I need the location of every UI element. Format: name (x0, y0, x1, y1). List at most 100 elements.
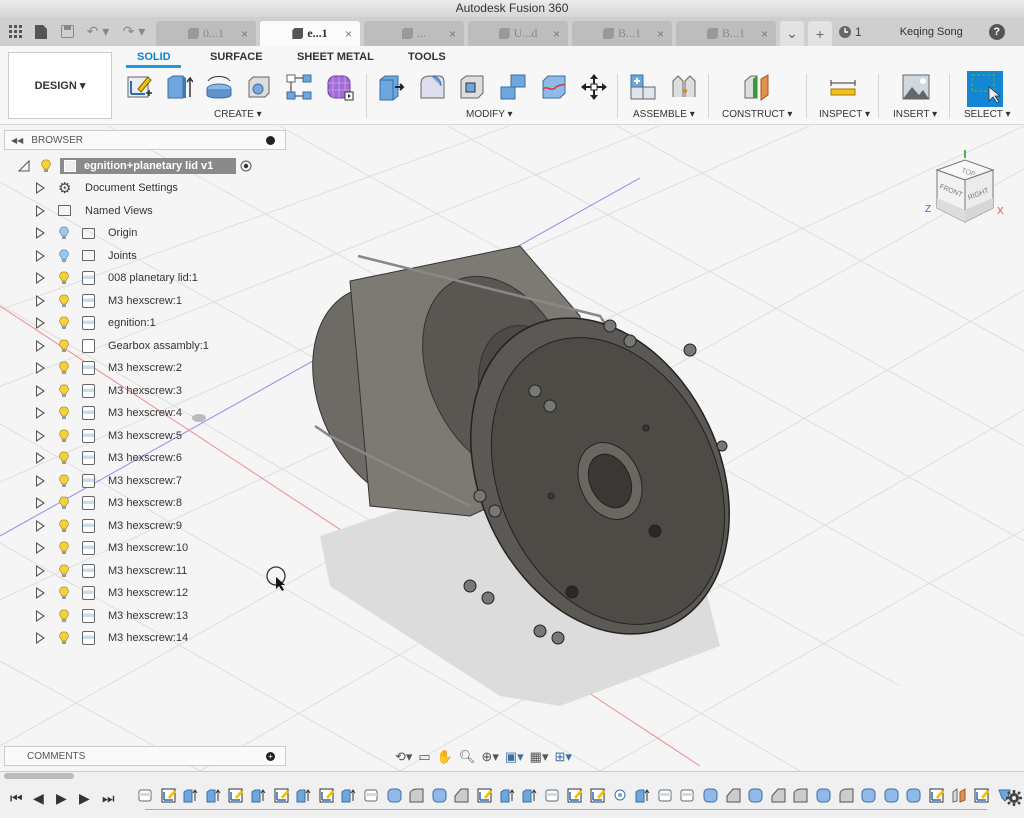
document-tab-active[interactable]: e...1 × (260, 21, 360, 46)
timeline-feature-extrude-icon[interactable] (206, 788, 221, 803)
document-tab[interactable]: U...d × (468, 21, 568, 46)
timeline-feature-cylinder-icon[interactable] (387, 788, 402, 803)
lightbulb-icon[interactable] (40, 159, 52, 173)
viewports-icon[interactable]: ⊞▾ (554, 749, 571, 765)
lightbulb-icon[interactable] (58, 226, 70, 240)
play-icon[interactable]: ▶ (56, 790, 67, 807)
lightbulb-icon[interactable] (58, 429, 70, 443)
timeline-feature-extrude-icon[interactable] (251, 788, 266, 803)
browser-root[interactable]: egnition+planetary lid v1 (0, 155, 290, 177)
activate-radio-icon[interactable] (240, 160, 252, 172)
job-status-button[interactable]: 1 (838, 17, 862, 46)
insert-image-icon[interactable] (902, 73, 930, 101)
document-tab[interactable]: B...1 × (572, 21, 672, 46)
expand-triangle-icon[interactable] (36, 429, 45, 442)
timeline-feature-cylinder-icon[interactable] (884, 788, 899, 803)
lightbulb-icon[interactable] (58, 564, 70, 578)
more-tabs-button[interactable]: ⌄ (780, 21, 804, 46)
joint-icon[interactable] (670, 73, 698, 101)
expand-triangle-icon[interactable] (36, 519, 45, 532)
construct-menu[interactable]: CONSTRUCT ▾ (722, 109, 792, 120)
timeline-feature-sketch-icon[interactable] (590, 788, 605, 803)
timeline-feature-sketch-icon[interactable] (274, 788, 289, 803)
expand-triangle-icon[interactable] (36, 384, 45, 397)
look-at-icon[interactable]: ▭ (418, 749, 430, 765)
timeline-scrollbar[interactable] (4, 773, 74, 779)
browser-minimize-icon[interactable] (266, 135, 275, 145)
step-back-icon[interactable]: ◀ (33, 790, 44, 807)
browser-item[interactable]: M3 hexscrew:8 (0, 492, 290, 514)
timeline-feature-cylinder-icon[interactable] (748, 788, 763, 803)
lightbulb-icon[interactable] (58, 249, 70, 263)
close-tab-icon[interactable]: × (553, 27, 560, 41)
timeline-feature-sketch-icon[interactable] (929, 788, 944, 803)
tab-solid[interactable]: SOLID (137, 51, 171, 63)
lightbulb-icon[interactable] (58, 496, 70, 510)
create-sketch-icon[interactable] (126, 73, 154, 101)
expand-triangle-icon[interactable] (36, 587, 45, 599)
timeline-feature-fillet-icon[interactable] (839, 788, 854, 803)
expand-triangle-icon[interactable] (36, 272, 45, 284)
timeline-feature-chamfer-icon[interactable] (726, 788, 741, 803)
redo-button[interactable]: ↷ ▾ (116, 17, 152, 46)
timeline-feature-body-icon[interactable] (364, 788, 379, 803)
orbit-icon[interactable]: ⟲▾ (395, 749, 412, 765)
browser-item[interactable]: M3 hexscrew:12 (0, 582, 290, 604)
shell-icon[interactable] (458, 73, 486, 101)
browser-item[interactable]: M3 hexscrew:6 (0, 447, 290, 469)
expand-triangle-icon[interactable] (36, 609, 45, 622)
timeline-feature-sketch-icon[interactable] (228, 788, 244, 803)
timeline-feature-extrude-icon[interactable] (635, 788, 650, 803)
tab-tools[interactable]: TOOLS (408, 51, 446, 63)
timeline-settings-gear-icon[interactable] (1006, 790, 1022, 806)
user-account-menu[interactable]: Keqing Song (900, 17, 963, 46)
lightbulb-icon[interactable] (58, 316, 70, 330)
expand-triangle-icon[interactable] (36, 227, 45, 239)
browser-item[interactable]: M3 hexscrew:3 (0, 380, 290, 402)
lightbulb-icon[interactable] (58, 474, 70, 488)
new-component-icon[interactable] (629, 73, 657, 101)
expand-triangle-icon[interactable] (36, 542, 45, 554)
data-panel-button[interactable] (2, 17, 28, 46)
timeline-feature-cylinder-icon[interactable] (432, 788, 447, 803)
browser-item[interactable]: Origin (0, 222, 290, 244)
tab-surface[interactable]: SURFACE (210, 51, 263, 63)
timeline-feature-chamfer-icon[interactable] (771, 788, 786, 803)
collapse-browser-icon[interactable]: ◀◀ (11, 136, 23, 145)
browser-item[interactable]: M3 hexscrew:2 (0, 357, 290, 379)
workspace-switcher[interactable]: DESIGN ▾ (8, 52, 112, 119)
file-menu-button[interactable] (28, 17, 54, 46)
browser-item[interactable]: M3 hexscrew:13 (0, 605, 290, 627)
pan-hand-icon[interactable]: ✋ (437, 749, 453, 765)
lightbulb-icon[interactable] (58, 361, 70, 375)
lightbulb-icon[interactable] (58, 271, 70, 285)
browser-item[interactable]: M3 hexscrew:9 (0, 515, 290, 537)
add-comment-icon[interactable]: + (266, 751, 275, 761)
document-tab[interactable]: B...1 × (676, 21, 776, 46)
undo-button[interactable]: ↶ ▾ (80, 17, 116, 46)
browser-item[interactable]: 008 planetary lid:1 (0, 267, 290, 289)
help-button[interactable]: ? (988, 24, 1005, 40)
assemble-menu[interactable]: ASSEMBLE ▾ (633, 109, 695, 120)
modify-menu[interactable]: MODIFY ▾ (466, 109, 513, 120)
fit-icon[interactable]: ⊕▾ (481, 749, 498, 765)
close-tab-icon[interactable]: × (449, 27, 456, 41)
lightbulb-icon[interactable] (58, 339, 70, 353)
browser-item[interactable]: M3 hexscrew:4 (0, 402, 290, 424)
view-cube[interactable]: TOP FRONT RIGHT Z X (925, 148, 1005, 228)
timeline-feature-pattern-icon[interactable] (613, 788, 628, 803)
browser-item[interactable]: ⚙ Document Settings (0, 177, 290, 199)
timeline-feature-plane-icon[interactable] (952, 788, 967, 803)
tab-sheet-metal[interactable]: SHEET METAL (297, 51, 374, 63)
lightbulb-icon[interactable] (58, 519, 70, 533)
timeline-feature-chamfer-icon[interactable] (454, 788, 469, 803)
browser-item[interactable]: M3 hexscrew:11 (0, 560, 290, 582)
extrude-icon[interactable] (165, 73, 193, 101)
create-menu[interactable]: CREATE ▾ (214, 109, 262, 120)
browser-item[interactable]: M3 hexscrew:5 (0, 425, 290, 447)
lightbulb-icon[interactable] (58, 586, 70, 600)
timeline-feature-extrude-icon[interactable] (183, 788, 198, 803)
go-to-start-icon[interactable]: ⏮ (10, 790, 23, 807)
lightbulb-icon[interactable] (58, 451, 70, 465)
timeline-feature-extrude-icon[interactable] (341, 788, 356, 803)
